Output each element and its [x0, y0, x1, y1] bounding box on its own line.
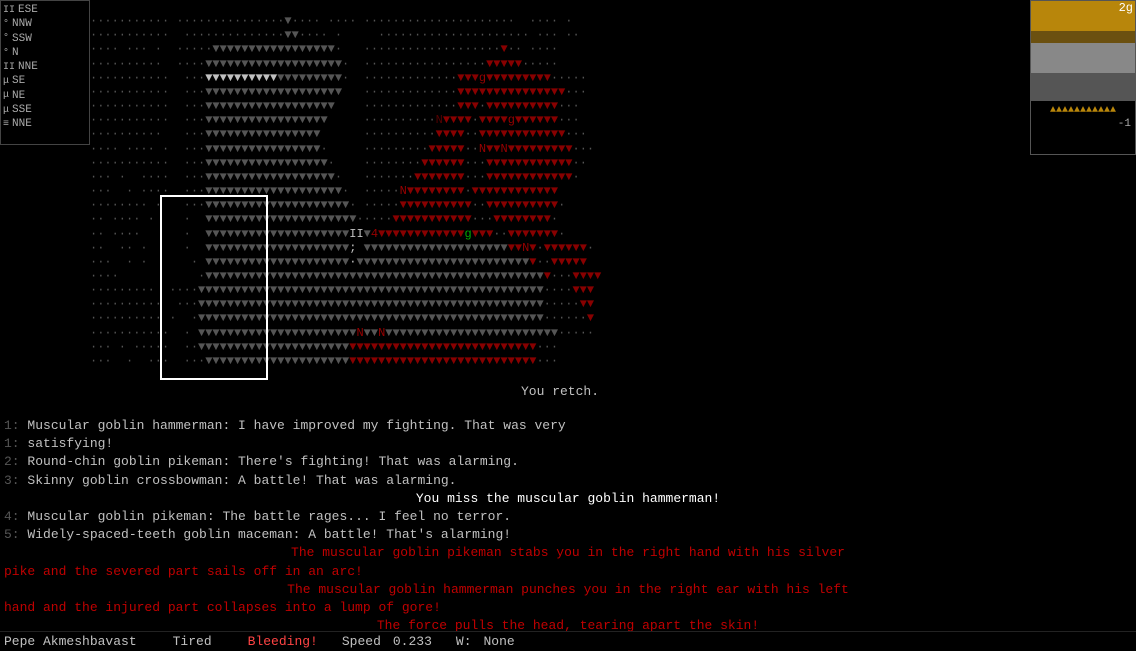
inventory-gray-bar: [1031, 43, 1135, 73]
status-condition: Tired: [173, 634, 212, 649]
status-weapon-label: W:: [456, 634, 472, 649]
msg-1b: 1: satisfying!: [4, 435, 1132, 453]
inventory-panel: 2g ▲▲▲▲▲▲▲▲▲▲▲ -1: [1030, 0, 1136, 155]
msg-stab-1: The muscular goblin pikeman stabs you in…: [4, 544, 1132, 562]
msg-stab-2: pike and the severed part sails off in a…: [4, 563, 1132, 581]
minimap-row: μ SSE: [3, 103, 87, 117]
minimap-row: μ NE: [3, 89, 87, 103]
msg-2: 2: Round-chin goblin pikeman: There's fi…: [4, 453, 1132, 471]
retch-message: You retch.: [90, 384, 1030, 399]
minimap: II ESE ° NNW ° SSW ° N II NNE μ SE μ NE …: [0, 0, 90, 145]
message-log: 1: Muscular goblin hammerman: I have imp…: [0, 415, 1136, 631]
minimap-row: II ESE: [3, 3, 87, 17]
character-name: Pepe Akmeshbavast: [4, 634, 137, 649]
status-speed-label: Speed: [342, 634, 381, 649]
msg-punch-1: The muscular goblin hammerman punches yo…: [4, 581, 1132, 599]
msg-miss: You miss the muscular goblin hammerman!: [4, 490, 1132, 508]
status-weapon-value: None: [484, 634, 515, 649]
msg-1: 1: Muscular goblin hammerman: I have imp…: [4, 417, 1132, 435]
msg-3: 3: Skinny goblin crossbowman: A battle! …: [4, 472, 1132, 490]
inventory-triangle-row: ▲▲▲▲▲▲▲▲▲▲▲: [1031, 101, 1135, 118]
minimap-row: ° NNW: [3, 17, 87, 31]
minimap-row: II NNE: [3, 60, 87, 74]
status-speed-value: 0.233: [393, 634, 432, 649]
msg-force: The force pulls the head, tearing apart …: [4, 617, 1132, 631]
minimap-row: ° N: [3, 46, 87, 60]
msg-4: 4: Muscular goblin pikeman: The battle r…: [4, 508, 1132, 526]
minimap-row: ° SSW: [3, 32, 87, 46]
minimap-row: μ SE: [3, 74, 87, 88]
inventory-gold-count: 2g: [1119, 1, 1133, 15]
status-bar: Pepe Akmeshbavast Tired Bleeding! Speed …: [0, 631, 1136, 651]
viewport-rectangle: [160, 195, 268, 380]
game-container: II ESE ° NNW ° SSW ° N II NNE μ SE μ NE …: [0, 0, 1136, 651]
status-bleeding: Bleeding!: [248, 634, 318, 649]
msg-5: 5: Widely-spaced-teeth goblin maceman: A…: [4, 526, 1132, 544]
right-panel: 2g ▲▲▲▲▲▲▲▲▲▲▲ -1: [1030, 0, 1136, 160]
minimap-row: ≡ NNE: [3, 117, 87, 131]
msg-punch-2: hand and the injured part collapses into…: [4, 599, 1132, 617]
inventory-mid-bar: [1031, 73, 1135, 101]
inventory-counter: -1: [1031, 118, 1135, 130]
inventory-dark-bar: [1031, 31, 1135, 43]
